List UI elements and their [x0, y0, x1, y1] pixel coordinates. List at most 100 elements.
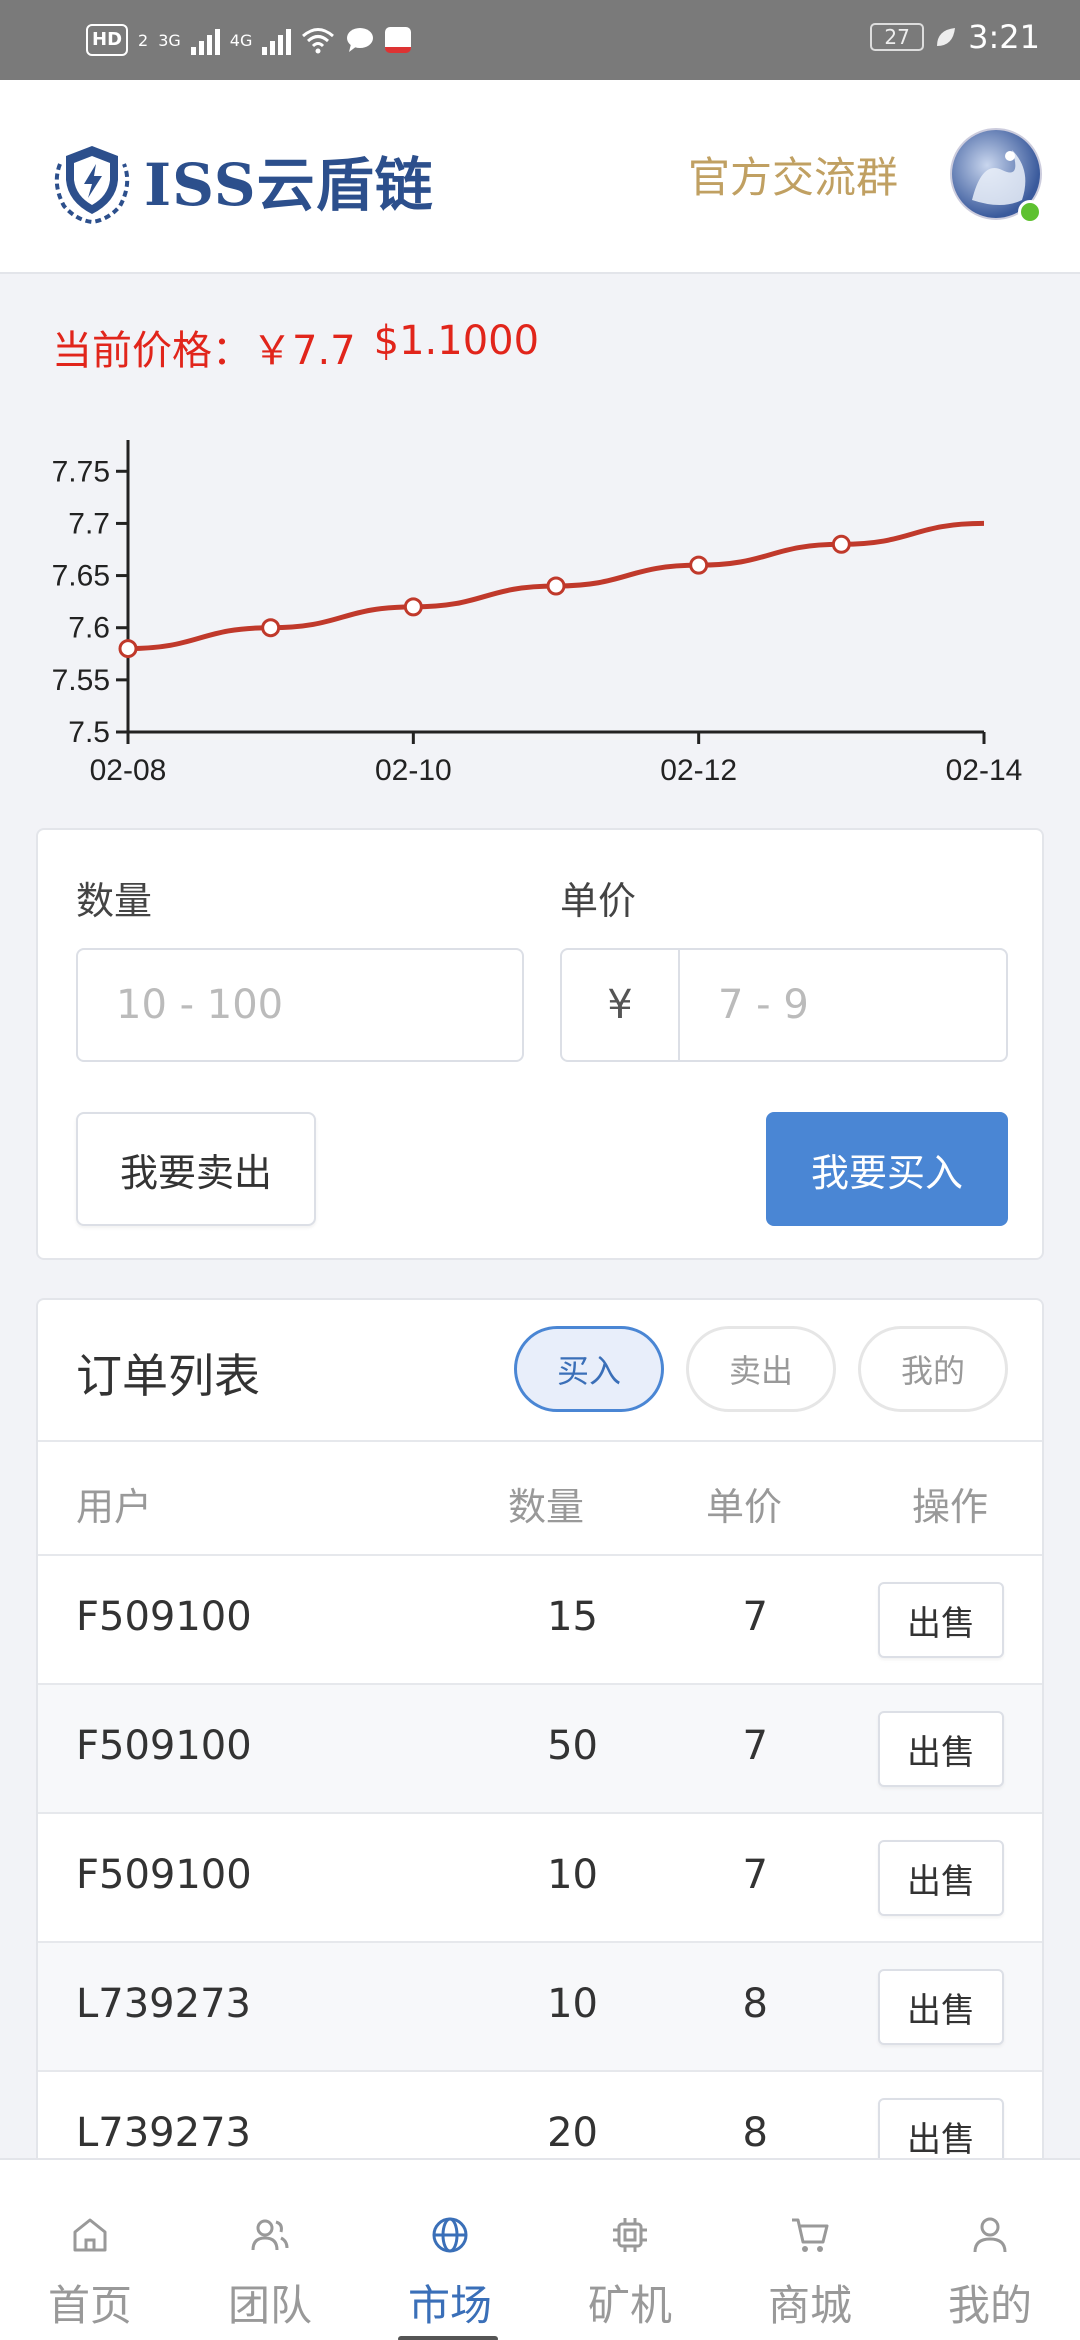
- x-tick-label: 02-08: [90, 754, 167, 787]
- sell-order-button[interactable]: 出售: [878, 1840, 1004, 1916]
- col-user: 用户: [76, 1485, 153, 1529]
- y-tick-label: 7.7: [68, 507, 110, 540]
- tab-sell[interactable]: 卖出: [686, 1326, 836, 1412]
- user-icon: [973, 2217, 1007, 2253]
- row-user: F509100: [76, 1723, 252, 1769]
- app-header: ISS云盾链 官方交流群: [0, 80, 1080, 274]
- status-right: 27 3:21: [870, 18, 1040, 56]
- logo-text: ISS云盾链: [144, 151, 434, 219]
- net2-label: 4G: [229, 30, 253, 50]
- data-point: [261, 618, 281, 638]
- tab-team-label: 团队: [227, 2281, 312, 2330]
- row-qty: 50: [547, 1723, 598, 1769]
- hd-badge: HD: [86, 24, 129, 56]
- y-tick-label: 7.6: [68, 612, 110, 645]
- x-tick-label: 02-10: [375, 754, 452, 787]
- row-price: 8: [742, 2110, 768, 2156]
- tab-home[interactable]: 首页: [0, 2160, 180, 2340]
- row-user: F509100: [76, 1852, 252, 1898]
- status-icons: HD 2 3G 4G: [86, 20, 412, 60]
- unit-price-label: 单价: [560, 879, 637, 923]
- row-qty: 10: [547, 1981, 598, 2027]
- hd-sub: 2: [138, 30, 149, 50]
- table-row: F509100 50 7 出售: [38, 1685, 1042, 1814]
- tab-buy[interactable]: 买入: [514, 1326, 664, 1412]
- row-user: F509100: [76, 1594, 252, 1640]
- tab-mall[interactable]: 商城: [720, 2160, 900, 2340]
- tab-mine[interactable]: 我的: [900, 2160, 1080, 2340]
- x-tick-label: 02-14: [946, 754, 1023, 787]
- current-price: 当前价格： ￥7.7 $1.1000: [52, 318, 539, 376]
- unit-price-input[interactable]: 7 - 9: [678, 948, 1008, 1062]
- globe-icon: [432, 2217, 468, 2253]
- table-row: F509100 15 7 出售: [38, 1556, 1042, 1685]
- quantity-input[interactable]: 10 - 100: [76, 948, 524, 1062]
- y-tick-label: 7.65: [52, 560, 110, 593]
- signal-icon-2: [262, 25, 292, 55]
- y-tick-label: 7.55: [52, 664, 110, 697]
- tab-team[interactable]: 团队: [180, 2160, 360, 2340]
- table-row: F509100 10 7 出售: [38, 1814, 1042, 1943]
- wifi-icon: [302, 28, 335, 54]
- tab-miner[interactable]: 矿机: [540, 2160, 720, 2340]
- shield-logo-icon: [54, 146, 130, 225]
- y-tick-label: 7.75: [52, 455, 110, 488]
- chat-icon: [347, 28, 374, 52]
- row-qty: 10: [547, 1852, 598, 1898]
- home-icon: [73, 2218, 107, 2252]
- data-point: [689, 555, 709, 575]
- sell-order-button[interactable]: 出售: [878, 1582, 1004, 1658]
- quantity-placeholder: 10 - 100: [116, 982, 284, 1028]
- status-bar: HD 2 3G 4G 27 3:21: [0, 0, 1080, 80]
- tab-mine[interactable]: 我的: [858, 1326, 1008, 1412]
- row-qty: 20: [547, 2110, 598, 2156]
- unit-price-placeholder: 7 - 9: [718, 982, 809, 1028]
- cart-icon: [792, 2218, 829, 2252]
- app-badge-icon: [385, 27, 412, 53]
- battery-icon: 27: [870, 23, 925, 51]
- chip-icon: [613, 2218, 647, 2252]
- tab-miner-label: 矿机: [587, 2281, 672, 2330]
- order-list-title: 订单列表: [76, 1349, 260, 1403]
- tab-mall-label: 商城: [767, 2281, 852, 2330]
- price-label: 当前价格：: [52, 328, 252, 374]
- net1-label: 3G: [158, 30, 181, 50]
- table-row: L739273 10 8 出售: [38, 1943, 1042, 2072]
- currency-addon: ¥: [560, 948, 680, 1062]
- trade-card: 数量 10 - 100 单价 ¥ 7 - 9 我要卖出 我要买入: [36, 828, 1044, 1260]
- team-icon: [251, 2219, 289, 2251]
- x-tick-label: 02-12: [660, 754, 737, 787]
- logo: ISS云盾链: [46, 134, 434, 226]
- row-price: 8: [742, 1981, 768, 2027]
- tab-home-label: 首页: [47, 2281, 132, 2330]
- tab-market[interactable]: 市场: [360, 2160, 540, 2340]
- price-cny: ￥7.7: [252, 328, 356, 374]
- tab-mine-label: 我的: [947, 2281, 1032, 2330]
- row-user: L739273: [76, 1981, 251, 2027]
- row-price: 7: [742, 1852, 768, 1898]
- sell-order-button[interactable]: 出售: [878, 1969, 1004, 2045]
- row-price: 7: [742, 1723, 768, 1769]
- home-indicator: [398, 2336, 498, 2340]
- bottom-tab-bar: 首页 团队 市场 矿机 商城 我的: [0, 2158, 1080, 2340]
- quantity-label: 数量: [76, 879, 153, 923]
- price-usd: $1.1000: [373, 318, 540, 364]
- data-point: [118, 639, 138, 659]
- data-point: [546, 576, 566, 596]
- row-price: 7: [742, 1594, 768, 1640]
- sell-button[interactable]: 我要卖出: [76, 1112, 316, 1226]
- col-price: 单价: [706, 1485, 783, 1529]
- leaf-icon: [937, 28, 956, 46]
- table-header: 用户 数量 单价 操作: [38, 1440, 1042, 1556]
- col-qty: 数量: [508, 1485, 585, 1529]
- row-user: L739273: [76, 2110, 251, 2156]
- buy-button[interactable]: 我要买入: [766, 1112, 1008, 1226]
- price-chart: 7.5 7.55 7.6 7.65 7.7 7.75 02-08 02-10 02-12 02-1…: [52, 440, 1023, 787]
- sell-order-button[interactable]: 出售: [878, 1711, 1004, 1787]
- tab-market-label: 市场: [407, 2281, 492, 2330]
- signal-icon: [190, 25, 220, 55]
- official-group-link[interactable]: 官方交流群: [688, 144, 898, 205]
- y-tick-label: 7.5: [68, 716, 110, 749]
- row-qty: 15: [547, 1594, 598, 1640]
- online-status-dot: [1018, 200, 1042, 224]
